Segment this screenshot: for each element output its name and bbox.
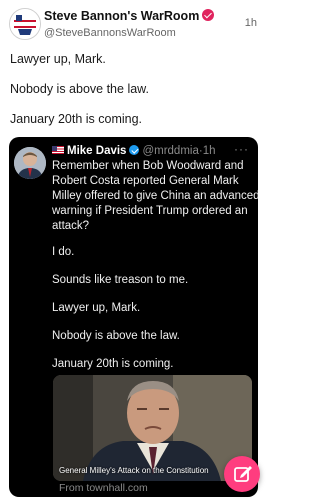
embed-author-handle: @mrddmia	[142, 145, 199, 157]
more-options-icon[interactable]: ···	[234, 142, 249, 156]
compose-button[interactable]	[224, 456, 260, 492]
embed-author-avatar[interactable]	[14, 147, 46, 179]
embed-text-line: warning if President Trump ordered an	[52, 205, 248, 217]
embed-text-line: attack?	[52, 220, 90, 232]
author-name[interactable]: Steve Bannon's WarRoom	[44, 9, 215, 23]
embed-text-line: Sounds like treason to me.	[52, 274, 189, 286]
author-name-text: Steve Bannon's WarRoom	[44, 9, 200, 23]
embed-text-line: Robert Costa reported General Mark	[52, 175, 239, 187]
warroom-logo-icon	[10, 9, 40, 39]
post-text-line: Nobody is above the law.	[10, 82, 149, 96]
embed-text-line: January 20th is coming.	[52, 358, 174, 370]
embed-timestamp: ·1h	[198, 145, 216, 157]
embed-text-line: Milley offered to give China an advanced	[52, 190, 258, 202]
link-preview-image[interactable]: General Milley's Attack on the Constitut…	[53, 375, 252, 481]
compose-pencil-icon	[234, 466, 252, 482]
post-header: Steve Bannon's WarRoom @SteveBannonsWarR…	[0, 0, 268, 48]
author-handle[interactable]: @SteveBannonsWarRoom	[44, 27, 176, 39]
us-flag-icon	[52, 146, 64, 154]
person-avatar-icon	[14, 147, 46, 179]
post-timestamp: 1h	[244, 17, 257, 29]
post-text-line: January 20th is coming.	[10, 112, 143, 126]
verified-badge-icon	[129, 145, 140, 155]
author-avatar[interactable]	[9, 8, 41, 40]
embed-author-name: Mike Davis	[67, 145, 127, 157]
link-source[interactable]: From townhall.com	[59, 482, 148, 494]
embed-text-line: Remember when Bob Woodward and	[52, 160, 244, 172]
embedded-post-card[interactable]: Mike Davis @mrddmia·1h ··· Remember when …	[9, 137, 258, 497]
embed-text-line: Lawyer up, Mark.	[52, 302, 141, 314]
post-text-line: Lawyer up, Mark.	[10, 52, 106, 66]
verified-badge-icon	[202, 9, 215, 21]
embed-text-line: Nobody is above the law.	[52, 330, 180, 342]
embed-author-line[interactable]: Mike Davis @mrddmia·1h	[52, 145, 215, 157]
image-caption: General Milley's Attack on the Constitut…	[59, 466, 209, 475]
embed-text-line: I do.	[52, 246, 75, 258]
